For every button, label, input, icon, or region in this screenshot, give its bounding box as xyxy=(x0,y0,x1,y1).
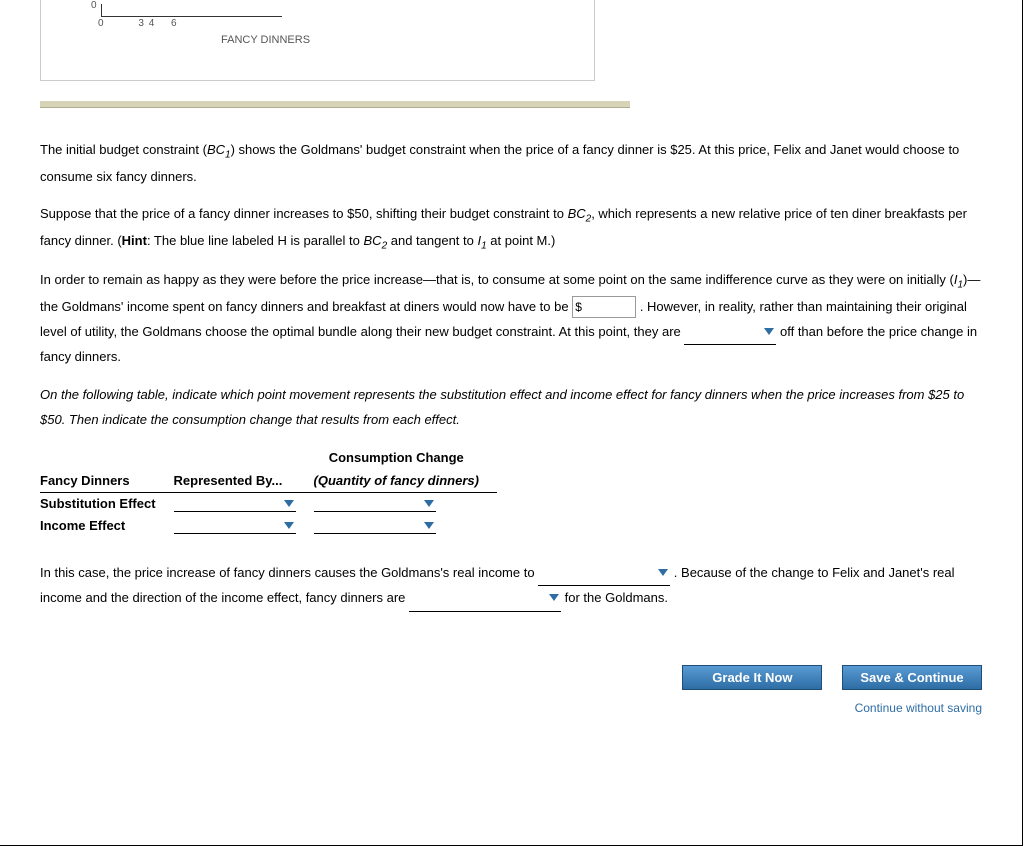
good-type-dropdown[interactable] xyxy=(409,586,561,612)
col-represented-by: Represented By... xyxy=(174,469,314,493)
chevron-down-icon xyxy=(284,500,294,507)
chevron-down-icon xyxy=(764,328,774,335)
chevron-down-icon xyxy=(549,594,559,601)
row-substitution-label: Substitution Effect xyxy=(40,496,156,511)
table-row: Substitution Effect xyxy=(40,492,497,515)
income-quantity-dropdown[interactable] xyxy=(314,518,436,534)
x-ticks: 0 3 4 6 xyxy=(101,18,177,29)
table-row: Income Effect xyxy=(40,515,497,537)
x-axis-label: FANCY DINNERS xyxy=(221,34,310,46)
save-continue-button[interactable]: Save & Continue xyxy=(842,665,982,690)
continue-without-saving-link[interactable]: Continue without saving xyxy=(855,701,982,715)
paragraph-4-instructions: On the following table, indicate which p… xyxy=(40,383,982,432)
chart-fragment: 0 0 3 4 6 FANCY DINNERS xyxy=(40,0,595,81)
chevron-down-icon xyxy=(424,522,434,529)
col-quantity: (Quantity of fancy dinners) xyxy=(314,469,497,493)
paragraph-3: In order to remain as happy as they were… xyxy=(40,268,982,370)
x-tick-3: 3 xyxy=(138,18,144,29)
income-input[interactable] xyxy=(572,296,636,318)
substitution-represented-dropdown[interactable] xyxy=(174,496,296,512)
y-tick-0: 0 xyxy=(91,0,97,11)
table-super-header: Consumption Change xyxy=(314,446,497,469)
col-fancy-dinners: Fancy Dinners xyxy=(40,469,174,493)
button-row: Grade It Now Save & Continue xyxy=(0,645,1022,696)
substitution-quantity-dropdown[interactable] xyxy=(314,496,436,512)
income-represented-dropdown[interactable] xyxy=(174,518,296,534)
chevron-down-icon xyxy=(424,500,434,507)
effects-table: Consumption Change Fancy Dinners Represe… xyxy=(40,446,982,537)
x-tick-0: 0 xyxy=(98,18,104,29)
x-tick-4: 4 xyxy=(149,18,155,29)
divider xyxy=(40,101,630,108)
chart-axis xyxy=(101,4,282,17)
paragraph-2: Suppose that the price of a fancy dinner… xyxy=(40,202,982,255)
row-income-label: Income Effect xyxy=(40,518,125,533)
paragraph-1: The initial budget constraint (BC1) show… xyxy=(40,138,982,189)
x-tick-6: 6 xyxy=(171,18,177,29)
paragraph-5: In this case, the price increase of fanc… xyxy=(40,561,982,612)
better-worse-dropdown[interactable] xyxy=(684,320,776,346)
chevron-down-icon xyxy=(658,569,668,576)
real-income-dropdown[interactable] xyxy=(538,561,670,587)
grade-it-now-button[interactable]: Grade It Now xyxy=(682,665,822,690)
chevron-down-icon xyxy=(284,522,294,529)
